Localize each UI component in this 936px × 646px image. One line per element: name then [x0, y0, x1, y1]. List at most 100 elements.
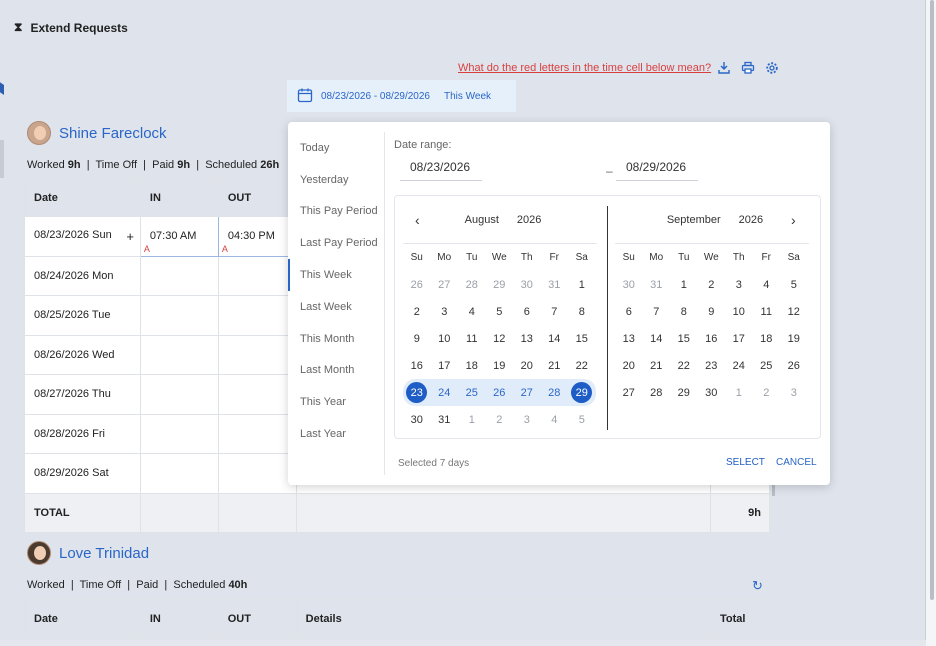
calendar-day[interactable]: 17	[725, 325, 753, 352]
calendar-day[interactable]: 22	[670, 352, 698, 379]
calendar-day[interactable]: 16	[403, 352, 431, 379]
calendar-day[interactable]: 3	[725, 271, 753, 298]
calendar-day[interactable]: 2	[486, 406, 514, 433]
calendar-day[interactable]: 27	[513, 379, 541, 406]
calendar-day[interactable]: 18	[458, 352, 486, 379]
calendar-day[interactable]: 14	[643, 325, 671, 352]
calendar-day[interactable]: 11	[458, 325, 486, 352]
calendar-day[interactable]: 9	[698, 298, 726, 325]
calendar-day[interactable]: 13	[513, 325, 541, 352]
calendar-day[interactable]: 31	[643, 271, 671, 298]
calendar-day[interactable]: 22	[568, 352, 596, 379]
calendar-day[interactable]: 1	[568, 271, 596, 298]
date-range-picker-trigger[interactable]: 08/23/2026 - 08/29/2026 This Week	[287, 80, 516, 112]
time-out-cell[interactable]: 04:30 PM A	[217, 216, 297, 257]
calendar-day[interactable]: 5	[568, 406, 596, 433]
time-out-cell[interactable]	[217, 255, 297, 296]
preset-this-week[interactable]: This Week	[288, 259, 385, 291]
time-in-cell[interactable]	[139, 374, 219, 415]
calendar-day[interactable]: 7	[541, 298, 569, 325]
preset-today[interactable]: Today	[288, 132, 385, 164]
sidebar-handle[interactable]	[0, 140, 4, 178]
refresh-icon[interactable]: ↻	[752, 578, 763, 594]
calendar-day[interactable]: 31	[541, 271, 569, 298]
calendar-day[interactable]: 7	[643, 298, 671, 325]
calendar-day[interactable]: 5	[486, 298, 514, 325]
calendar-day[interactable]: 4	[458, 298, 486, 325]
calendar-day[interactable]: 20	[513, 352, 541, 379]
calendar-day[interactable]: 1	[670, 271, 698, 298]
calendar-day[interactable]: 6	[513, 298, 541, 325]
calendar-day[interactable]: 11	[753, 298, 781, 325]
preset-this-pay-period[interactable]: This Pay Period	[288, 196, 385, 228]
calendar-day[interactable]: 29	[486, 271, 514, 298]
calendar-day[interactable]: 29	[670, 379, 698, 406]
calendar-day[interactable]: 23	[698, 352, 726, 379]
calendar-day[interactable]: 12	[486, 325, 514, 352]
preset-yesterday[interactable]: Yesterday	[288, 164, 385, 196]
calendar-day[interactable]: 24	[725, 352, 753, 379]
calendar-day[interactable]: 20	[615, 352, 643, 379]
preset-last-pay-period[interactable]: Last Pay Period	[288, 227, 385, 259]
calendar-day[interactable]: 26	[780, 352, 808, 379]
calendar-day[interactable]: 27	[615, 379, 643, 406]
calendar-day[interactable]: 27	[431, 271, 459, 298]
time-in-cell[interactable]	[139, 255, 219, 296]
calendar-day[interactable]: 4	[541, 406, 569, 433]
add-punch-button[interactable]: +	[126, 229, 134, 244]
calendar-day[interactable]: 13	[615, 325, 643, 352]
time-out-cell[interactable]	[217, 413, 297, 454]
calendar-day[interactable]: 28	[458, 271, 486, 298]
calendar-day[interactable]: 8	[568, 298, 596, 325]
calendar-day[interactable]: 19	[486, 352, 514, 379]
preset-last-month[interactable]: Last Month	[288, 355, 385, 387]
calendar-day[interactable]: 31	[431, 406, 459, 433]
settings-gear-icon[interactable]	[764, 60, 780, 76]
calendar-day[interactable]: 30	[615, 271, 643, 298]
calendar-day[interactable]: 3	[431, 298, 459, 325]
calendar-day[interactable]: 30	[513, 271, 541, 298]
calendar-day[interactable]: 15	[670, 325, 698, 352]
time-out-cell[interactable]	[217, 453, 297, 494]
preset-last-week[interactable]: Last Week	[288, 291, 385, 323]
calendar-day[interactable]: 10	[431, 325, 459, 352]
preset-last-year[interactable]: Last Year	[288, 418, 385, 450]
calendar-day[interactable]: 4	[753, 271, 781, 298]
calendar-day[interactable]: 14	[541, 325, 569, 352]
time-out-cell[interactable]	[217, 295, 297, 336]
start-date-field[interactable]: 08/23/2026	[400, 160, 482, 181]
select-button[interactable]: SELECT	[726, 457, 765, 468]
time-in-cell[interactable]	[139, 413, 219, 454]
calendar-day[interactable]: 30	[403, 406, 431, 433]
calendar-day[interactable]: 1	[458, 406, 486, 433]
end-date-field[interactable]: 08/29/2026	[616, 160, 698, 181]
calendar-day[interactable]: 21	[643, 352, 671, 379]
calendar-day[interactable]: 19	[780, 325, 808, 352]
time-in-cell[interactable]	[139, 334, 219, 375]
time-out-cell[interactable]	[217, 334, 297, 375]
calendar-day[interactable]: 5	[780, 271, 808, 298]
calendar-day[interactable]: 10	[725, 298, 753, 325]
time-in-cell[interactable]	[139, 453, 219, 494]
export-icon[interactable]	[716, 60, 732, 76]
calendar-day[interactable]: 9	[403, 325, 431, 352]
time-out-cell[interactable]	[217, 374, 297, 415]
calendar-day[interactable]: 6	[615, 298, 643, 325]
calendar-day[interactable]: 1	[725, 379, 753, 406]
calendar-day[interactable]: 18	[753, 325, 781, 352]
calendar-day[interactable]: 26	[403, 271, 431, 298]
calendar-day[interactable]: 23	[403, 379, 431, 406]
time-in-cell[interactable]	[139, 295, 219, 336]
calendar-day[interactable]: 2	[753, 379, 781, 406]
print-icon[interactable]	[740, 60, 756, 76]
calendar-day[interactable]: 24	[430, 379, 458, 406]
calendar-day[interactable]: 2	[698, 271, 726, 298]
employee-name[interactable]: Shine Fareclock	[59, 125, 167, 142]
window-scrollbar[interactable]	[930, 0, 934, 600]
employee-name[interactable]: Love Trinidad	[59, 545, 149, 562]
red-letters-help-link[interactable]: What do the red letters in the time cell…	[458, 62, 711, 74]
cancel-button[interactable]: CANCEL	[776, 457, 817, 468]
calendar-day[interactable]: 25	[753, 352, 781, 379]
calendar-day[interactable]: 12	[780, 298, 808, 325]
calendar-day[interactable]: 2	[403, 298, 431, 325]
